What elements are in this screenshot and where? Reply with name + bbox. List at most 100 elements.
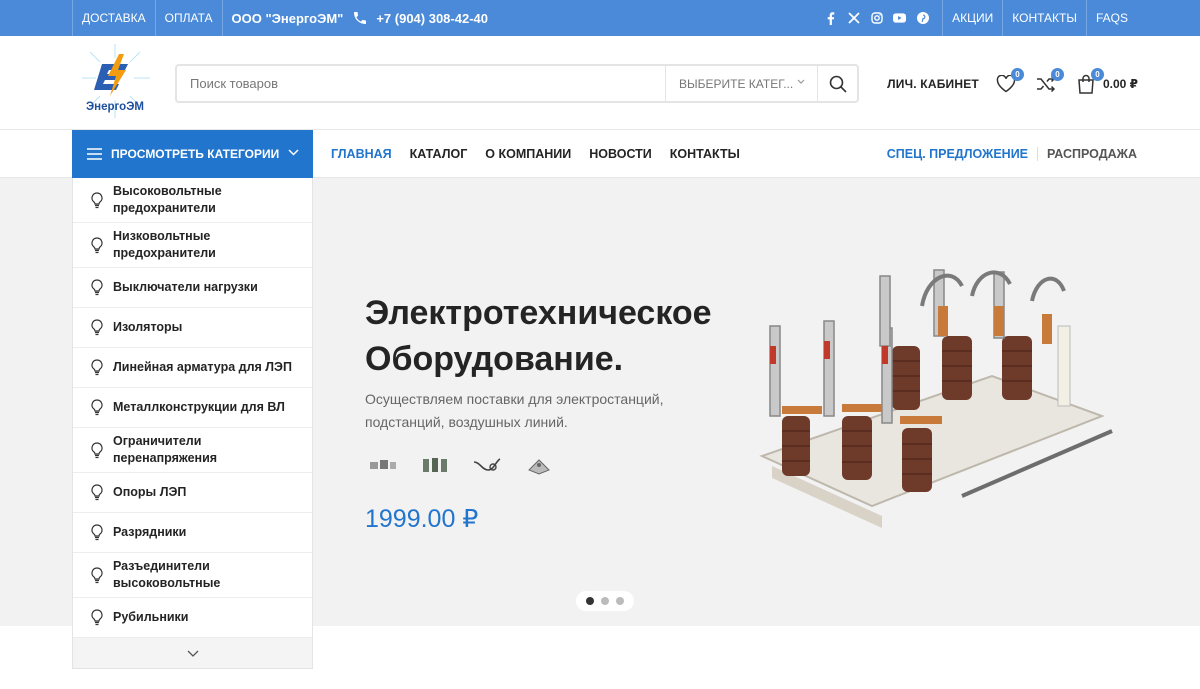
- lightbulb-icon: [90, 191, 106, 209]
- nav-home[interactable]: Главная: [331, 147, 392, 161]
- cart-count-badge: 0: [1090, 67, 1104, 81]
- top-link-payment[interactable]: Оплата: [156, 0, 223, 36]
- lightbulb-icon: [90, 441, 106, 459]
- hero-title-line-2: Оборудование.: [365, 340, 624, 378]
- top-link-promotions[interactable]: Акции: [942, 0, 1004, 36]
- site-logo[interactable]: ЭнергоЭМ: [72, 40, 158, 126]
- chevron-down-icon: [797, 79, 805, 84]
- cart-total[interactable]: 0.00 ₽: [1103, 77, 1138, 91]
- hero-title: Электротехническое Оборудование.: [365, 290, 712, 382]
- category-item[interactable]: Изоляторы: [73, 308, 312, 348]
- search-icon: [829, 75, 847, 93]
- browse-categories-label: Просмотреть категории: [111, 147, 280, 161]
- nav-catalog[interactable]: Каталог: [410, 147, 468, 161]
- category-item[interactable]: Разрядники: [73, 513, 312, 553]
- top-bar: Доставка Оплата ООО "ЭнергоЭМ" +7 (904) …: [0, 0, 1200, 36]
- site-header: ЭнергоЭМ Выберите катег... Лич. кабинет …: [0, 36, 1200, 130]
- main-navbar: Просмотреть категории Главная Каталог О …: [0, 130, 1200, 178]
- header-actions: Лич. кабинет 0 0 0 0.00 ₽: [887, 64, 1138, 103]
- chevron-down-icon: [288, 149, 299, 156]
- category-label: Линейная арматура для ЛЭП: [113, 360, 292, 374]
- search-input[interactable]: [177, 66, 665, 101]
- category-label: Ограничители перенапряжения: [113, 434, 218, 465]
- category-item[interactable]: Ограничители перенапряжения: [73, 428, 312, 473]
- slider-dot-2[interactable]: [601, 597, 609, 605]
- hero-product-thumbs: [367, 454, 555, 476]
- category-label: Рубильники: [113, 610, 189, 624]
- category-item[interactable]: Металлконструкции для ВЛ: [73, 388, 312, 428]
- primary-menu: Главная Каталог О компании Новости Конта…: [331, 130, 740, 178]
- category-label: Разрядники: [113, 525, 187, 539]
- compare-button[interactable]: 0: [1035, 67, 1064, 95]
- category-label: Низковольтные предохранители: [113, 229, 216, 260]
- category-item[interactable]: Рубильники: [73, 598, 312, 638]
- social-links: [824, 11, 942, 25]
- top-link-contacts[interactable]: Контакты: [1003, 0, 1087, 36]
- top-link-delivery[interactable]: Доставка: [72, 0, 156, 36]
- category-item[interactable]: Линейная арматура для ЛЭП: [73, 348, 312, 388]
- facebook-icon[interactable]: [824, 11, 837, 25]
- category-item[interactable]: Выключатели нагрузки: [73, 268, 312, 308]
- phone-icon: [354, 12, 367, 24]
- hero-title-line-1: Электротехническое: [365, 294, 712, 332]
- menu-icon: [87, 148, 102, 160]
- top-link-faqs[interactable]: FAQs: [1087, 0, 1137, 36]
- lightbulb-icon: [90, 524, 106, 541]
- cart-button[interactable]: 0: [1075, 67, 1104, 95]
- company-name: ООО "ЭнергоЭМ": [231, 10, 344, 26]
- search-button[interactable]: [817, 66, 857, 101]
- category-label: Выключатели нагрузки: [113, 280, 258, 294]
- phone-number[interactable]: +7 (904) 308-42-40: [352, 10, 488, 26]
- category-label: Металлконструкции для ВЛ: [113, 400, 285, 414]
- phone-text: +7 (904) 308-42-40: [376, 10, 488, 26]
- wishlist-button[interactable]: 0: [995, 67, 1024, 95]
- nav-sale[interactable]: Распродажа: [1038, 147, 1137, 161]
- lightbulb-icon: [90, 359, 106, 376]
- lightbulb-icon: [90, 609, 106, 626]
- lightbulb-icon: [90, 279, 106, 296]
- lightbulb-icon: [90, 236, 106, 254]
- search-category-select[interactable]: Выберите катег...: [665, 66, 817, 101]
- category-label: Изоляторы: [113, 320, 183, 334]
- lightbulb-icon: [90, 484, 106, 501]
- compare-count-badge: 0: [1050, 67, 1064, 81]
- fuse-product-thumb[interactable]: [367, 454, 399, 476]
- lightbulb-icon: [90, 399, 106, 416]
- category-item[interactable]: Опоры ЛЭП: [73, 473, 312, 513]
- category-item[interactable]: Низковольтные предохранители: [73, 223, 312, 268]
- browse-categories-button[interactable]: Просмотреть категории: [72, 130, 313, 178]
- bracket-product-thumb[interactable]: [523, 454, 555, 476]
- slider-dot-1[interactable]: [586, 597, 594, 605]
- categories-dropdown: Высоковольтные предохранители Низковольт…: [72, 178, 313, 669]
- logo-text: ЭнергоЭМ: [86, 101, 144, 113]
- lightbulb-icon: [90, 319, 106, 336]
- secondary-menu: Спец. предложение Распродажа: [887, 130, 1137, 178]
- insulator-product-thumb[interactable]: [419, 454, 451, 476]
- pinterest-icon[interactable]: [916, 12, 929, 25]
- category-item[interactable]: Разъединители высоковольтные: [73, 553, 312, 598]
- hero-subtitle: Осуществляем поставки для электростанций…: [365, 391, 664, 430]
- search-category-label: Выберите катег...: [679, 76, 794, 91]
- instagram-icon[interactable]: [870, 12, 883, 25]
- x-icon[interactable]: [847, 12, 860, 25]
- chevron-down-icon: [187, 650, 198, 657]
- slider-pagination: [576, 591, 634, 611]
- hero-price: 1999.00 ₽: [365, 505, 479, 533]
- category-item[interactable]: Высоковольтные предохранители: [73, 178, 312, 223]
- energoem-logo: ЭнергоЭМ: [82, 44, 150, 118]
- disconnector-switch-image: [759, 269, 1113, 528]
- category-label: Разъединители высоковольтные: [113, 559, 221, 590]
- nav-special-offer[interactable]: Спец. предложение: [887, 147, 1039, 161]
- account-link[interactable]: Лич. кабинет: [887, 77, 979, 91]
- nav-news[interactable]: Новости: [589, 147, 652, 161]
- nav-about[interactable]: О компании: [485, 147, 571, 161]
- wire-clamp-product-thumb[interactable]: [471, 454, 503, 476]
- slider-dot-3[interactable]: [616, 597, 624, 605]
- wishlist-count-badge: 0: [1010, 67, 1024, 81]
- youtube-icon[interactable]: [893, 12, 907, 25]
- category-label: Высоковольтные предохранители: [113, 184, 222, 215]
- categories-expand-button[interactable]: [73, 638, 312, 668]
- lightbulb-icon: [90, 566, 106, 584]
- nav-contacts[interactable]: Контакты: [670, 147, 740, 161]
- search-bar: Выберите катег...: [175, 64, 859, 103]
